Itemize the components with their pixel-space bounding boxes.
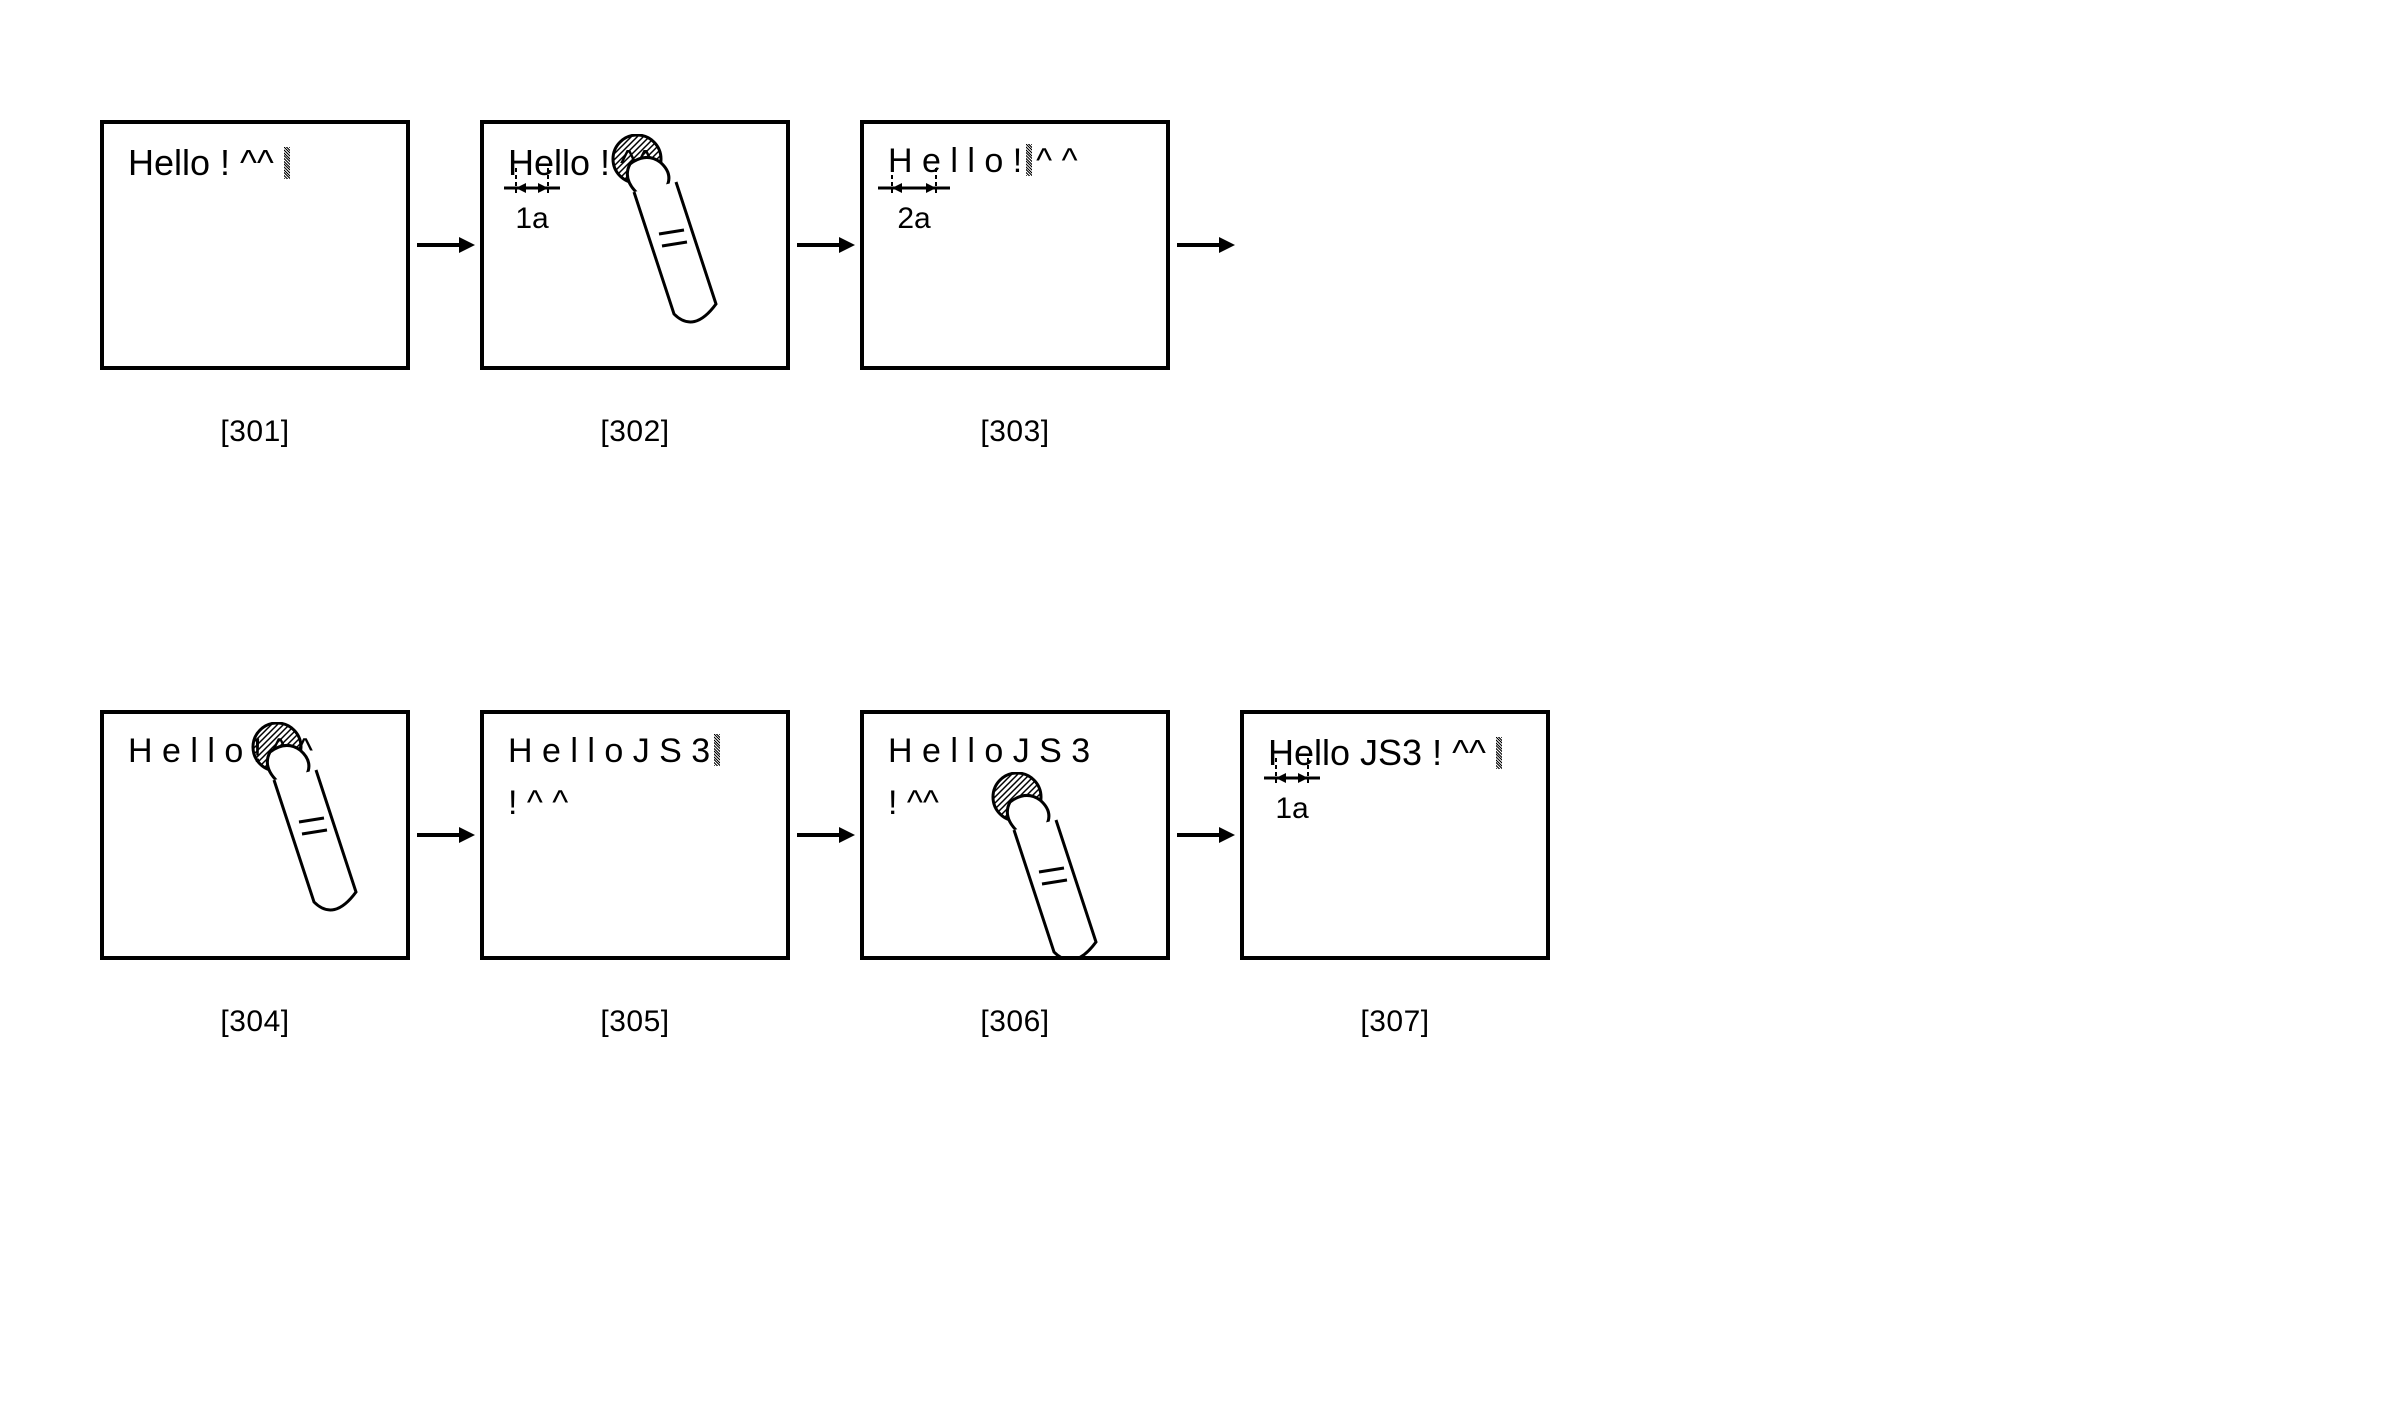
arrow-301-302: [410, 120, 480, 370]
panel-cell-302: Hello ! ^^ 1a: [480, 120, 790, 449]
panel-304: H e l l o ! ^ ^: [100, 710, 410, 960]
panel-cell-305: H e l l o J S 3 ! ^ ^ [305]: [480, 710, 790, 1039]
panel-302-caption: [302]: [600, 415, 669, 449]
panel-cell-303: H e l l o !^ ^ 2a [303]: [860, 120, 1170, 449]
finger-icon: [984, 772, 1114, 960]
panel-306-caption: [306]: [980, 1005, 1049, 1039]
panel-305: H e l l o J S 3 ! ^ ^: [480, 710, 790, 960]
dimension-arrow-icon: [878, 168, 950, 202]
text-cursor: [284, 147, 290, 179]
panel-307-caption: [307]: [1360, 1005, 1429, 1039]
spacing-indicator-1a: 1a: [504, 168, 560, 236]
sequence-row-1: Hello ! ^^ [301] Hello ! ^^: [100, 120, 1240, 449]
arrow-306-307: [1170, 710, 1240, 960]
panel-301-caption: [301]: [220, 415, 289, 449]
panel-306: H e l l o J S 3 ! ^^: [860, 710, 1170, 960]
text-content: Hello ! ^^: [128, 142, 284, 183]
panel-306-line1: H e l l o J S 3: [888, 732, 1090, 771]
diagram-canvas: Hello ! ^^ [301] Hello ! ^^: [40, 40, 2393, 1363]
panel-304-caption: [304]: [220, 1005, 289, 1039]
dimension-arrow-icon: [504, 168, 560, 202]
panel-303-caption: [303]: [980, 415, 1049, 449]
panel-303: H e l l o !^ ^ 2a: [860, 120, 1170, 370]
dimension-arrow-icon: [1264, 758, 1320, 792]
panel-306-line2: ! ^^: [888, 784, 939, 823]
panel-305-caption: [305]: [600, 1005, 669, 1039]
panel-cell-301: Hello ! ^^ [301]: [100, 120, 410, 449]
panel-305-line1: H e l l o J S 3: [508, 732, 720, 771]
arrow-305-306: [790, 710, 860, 960]
panel-cell-306: H e l l o J S 3 ! ^^ [306]: [860, 710, 1170, 1039]
text-cursor: [714, 734, 720, 766]
arrow-303-next: [1170, 120, 1240, 370]
panel-307: Hello JS3 ! ^^ 1a: [1240, 710, 1550, 960]
spacing-indicator-1a: 1a: [1264, 758, 1320, 826]
arrow-304-305: [410, 710, 480, 960]
finger-icon: [244, 722, 374, 937]
panel-305-line2: ! ^ ^: [508, 784, 568, 823]
text-cursor: [1496, 737, 1502, 769]
panel-cell-307: Hello JS3 ! ^^ 1a [307]: [1240, 710, 1550, 1039]
text-cursor: [1026, 144, 1032, 176]
spacing-label: 2a: [897, 202, 930, 236]
panel-cell-304: H e l l o ! ^ ^ [304]: [100, 710, 410, 1039]
panel-301: Hello ! ^^: [100, 120, 410, 370]
finger-icon: [604, 134, 734, 349]
arrow-302-303: [790, 120, 860, 370]
spacing-label: 1a: [1275, 792, 1308, 826]
panel-301-text: Hello ! ^^: [128, 142, 290, 184]
panel-302: Hello ! ^^ 1a: [480, 120, 790, 370]
sequence-row-2: H e l l o ! ^ ^ [304]: [100, 710, 1550, 1039]
spacing-indicator-2a: 2a: [878, 168, 950, 236]
spacing-label: 1a: [515, 202, 548, 236]
